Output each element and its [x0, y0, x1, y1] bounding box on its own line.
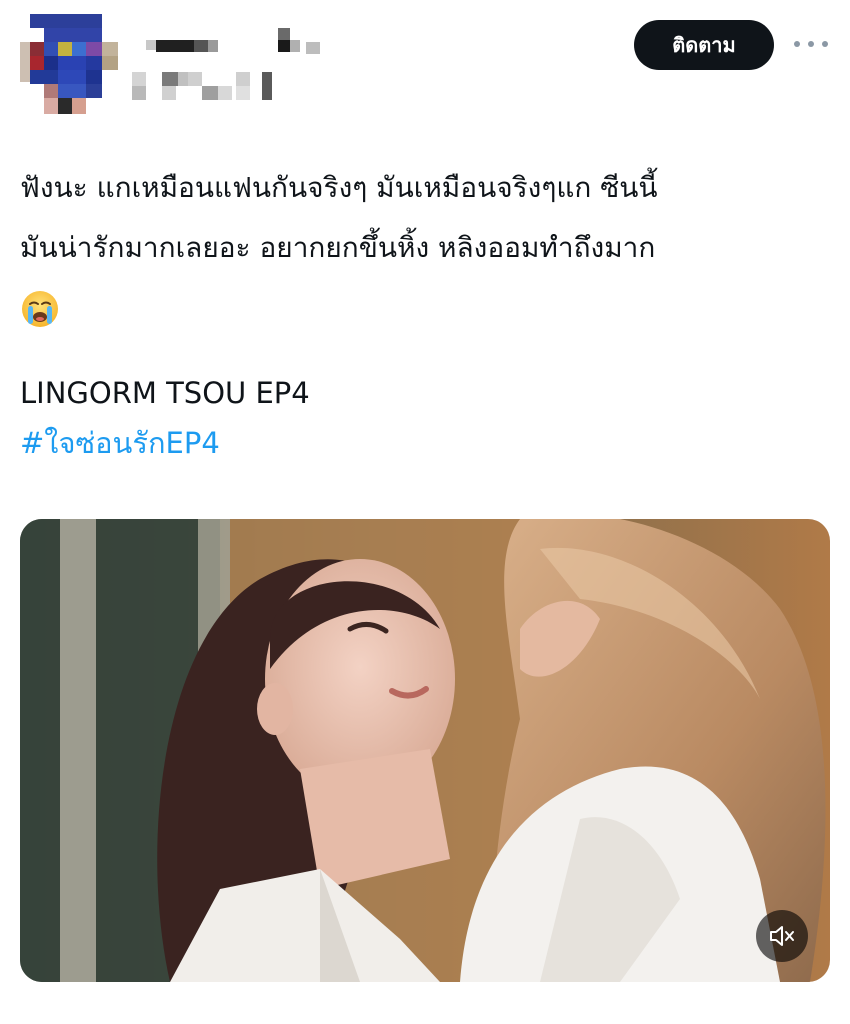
tweet-line: มันน่ารักมากเลยอะ อยากยกขึ้นหิ้ง หลิงออม…	[20, 231, 656, 264]
video-player[interactable]	[20, 519, 830, 982]
hashtag-link[interactable]: #ใจซ่อนรักEP4	[20, 418, 220, 468]
tweet-caption: LINGORM TSOU EP4	[20, 376, 310, 410]
more-dot	[808, 41, 814, 47]
loudly-crying-face-emoji-icon	[20, 289, 60, 329]
author-name-redacted[interactable]	[132, 28, 332, 108]
more-dot	[822, 41, 828, 47]
speaker-muted-icon[interactable]	[756, 910, 808, 962]
tweet-line: ฟังนะ แกเหมือนแฟนกันจริงๆ มันเหมือนจริงๆ…	[20, 171, 658, 204]
more-dot	[794, 41, 800, 47]
tweet-emoji-line	[20, 278, 830, 338]
avatar[interactable]	[20, 14, 118, 114]
tweet-text: ฟังนะ แกเหมือนแฟนกันจริงๆ มันเหมือนจริงๆ…	[20, 158, 830, 338]
follow-button[interactable]: ติดตาม	[634, 20, 774, 70]
more-options-icon[interactable]	[794, 30, 828, 58]
